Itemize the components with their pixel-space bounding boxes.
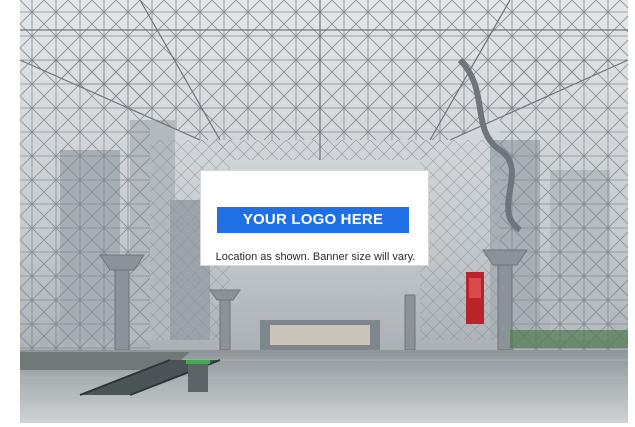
logo-placeholder: YOUR LOGO HERE [217, 207, 409, 233]
banner-caption: Location as shown. Banner size will vary… [215, 251, 416, 263]
ad-placement-preview: YOUR LOGO HERE Location as shown. Banner… [0, 0, 635, 427]
banner-placeholder: YOUR LOGO HERE Location as shown. Banner… [200, 170, 429, 266]
